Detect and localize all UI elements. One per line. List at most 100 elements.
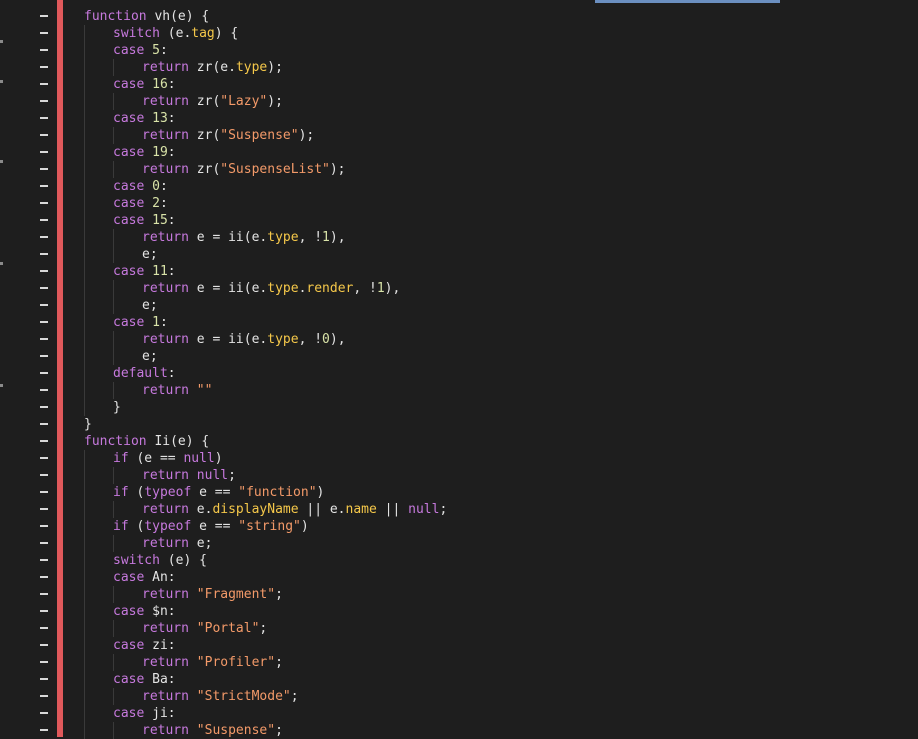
indent-guide [84,484,85,501]
code-line[interactable]: return "Profiler"; [0,654,918,671]
indent-guide [84,569,85,586]
diff-removed-marker [40,644,48,646]
code-token: : [159,315,168,330]
code-line[interactable]: if (typeof e == "function") [0,484,918,501]
code-line[interactable]: return zr("Suspense"); [0,127,918,144]
code-text: return zr("Lazy"); [142,93,283,110]
code-token: if [113,485,129,500]
code-line[interactable]: switch (e.tag) { [0,25,918,42]
diff-removed-marker [40,321,48,323]
indent-guide [84,280,85,297]
code-text: if (typeof e == "function") [113,484,324,501]
code-line[interactable]: return "" [0,382,918,399]
code-text: return e = ii(e.type.render, !1), [142,280,400,297]
code-line[interactable]: return "Suspense"; [0,722,918,739]
code-line[interactable]: return "Portal"; [0,620,918,637]
code-line[interactable]: } [0,416,918,433]
code-line[interactable]: case 2: [0,195,918,212]
code-token: ( [128,485,145,500]
code-token: , ! [298,332,323,347]
code-line[interactable]: case 11: [0,263,918,280]
code-token: 0 [152,179,160,194]
code-line[interactable]: case 5: [0,42,918,59]
code-line[interactable]: e; [0,348,918,365]
indent-guide [113,348,114,365]
diff-removed-marker [40,457,48,459]
code-token: typeof [144,519,192,534]
code-line[interactable]: default: [0,365,918,382]
code-token: return [142,60,189,75]
code-line[interactable]: case An: [0,569,918,586]
code-line[interactable]: if (e == null) [0,450,918,467]
indent-guide [84,722,85,739]
code-line[interactable]: return e = ii(e.type, !1), [0,229,918,246]
code-line[interactable]: return e; [0,535,918,552]
diff-removed-marker [40,440,48,442]
code-line[interactable]: case 15: [0,212,918,229]
code-token: "Fragment" [196,587,276,602]
code-line[interactable]: return e.displayName || e.name || null; [0,501,918,518]
code-token: 11 [152,264,168,279]
code-line[interactable]: function Ii(e) { [0,433,918,450]
code-token: case [113,213,145,228]
code-line[interactable]: return zr(e.type); [0,59,918,76]
code-text: } [113,399,121,416]
code-editor[interactable]: function vh(e) {switch (e.tag) {case 5: r… [0,0,918,739]
code-token: switch [113,553,160,568]
code-token: render [306,281,354,296]
code-text: case ji: [113,705,176,722]
code-line[interactable]: case 19: [0,144,918,161]
diff-removed-marker [40,236,48,238]
code-token: case [113,570,145,585]
code-line[interactable]: return null; [0,467,918,484]
indent-guide [113,535,114,552]
code-token: e. [188,502,213,517]
code-line[interactable]: case 0: [0,178,918,195]
code-token: zr( [188,128,221,143]
code-line[interactable]: return zr("SuspenseList"); [0,161,918,178]
code-token: return [142,332,189,347]
code-line[interactable]: return "StrictMode"; [0,688,918,705]
indent-guide [84,246,85,263]
code-line[interactable]: case 16: [0,76,918,93]
code-line[interactable]: return e = ii(e.type.render, !1), [0,280,918,297]
code-text: return "Fragment"; [142,586,283,603]
code-line[interactable]: function vh(e) { [0,8,918,25]
code-token: ), [329,230,346,245]
code-token: if [113,451,129,466]
code-line[interactable]: case zi: [0,637,918,654]
code-line[interactable]: return "Fragment"; [0,586,918,603]
code-token: ( [128,519,145,534]
code-line[interactable]: case $n: [0,603,918,620]
code-line[interactable]: } [0,399,918,416]
code-token: displayName [212,502,299,517]
code-line[interactable]: return e = ii(e.type, !0), [0,331,918,348]
code-line[interactable]: case ji: [0,705,918,722]
indent-guide [84,42,85,59]
code-token: ); [267,94,283,109]
code-line[interactable]: case 13: [0,110,918,127]
diff-removed-marker [40,389,48,391]
code-line[interactable]: if (typeof e == "string") [0,518,918,535]
diff-removed-marker [40,423,48,425]
code-token: ) { [214,26,239,41]
indent-guide [84,705,85,722]
diff-removed-marker [40,593,48,595]
code-line[interactable]: e; [0,297,918,314]
code-token: : [167,213,176,228]
code-token: return [142,502,189,517]
code-token: typeof [144,485,192,500]
code-line[interactable]: e; [0,246,918,263]
code-line[interactable]: case 1: [0,314,918,331]
diff-removed-marker [40,491,48,493]
code-token: 13 [152,111,168,126]
code-text: case 19: [113,144,176,161]
code-line[interactable]: case Ba: [0,671,918,688]
horizontal-scrollbar-thumb[interactable] [595,0,780,3]
code-line[interactable]: return zr("Lazy"); [0,93,918,110]
code-token: return [142,128,189,143]
code-token: null [183,451,215,466]
code-line[interactable]: switch (e) { [0,552,918,569]
